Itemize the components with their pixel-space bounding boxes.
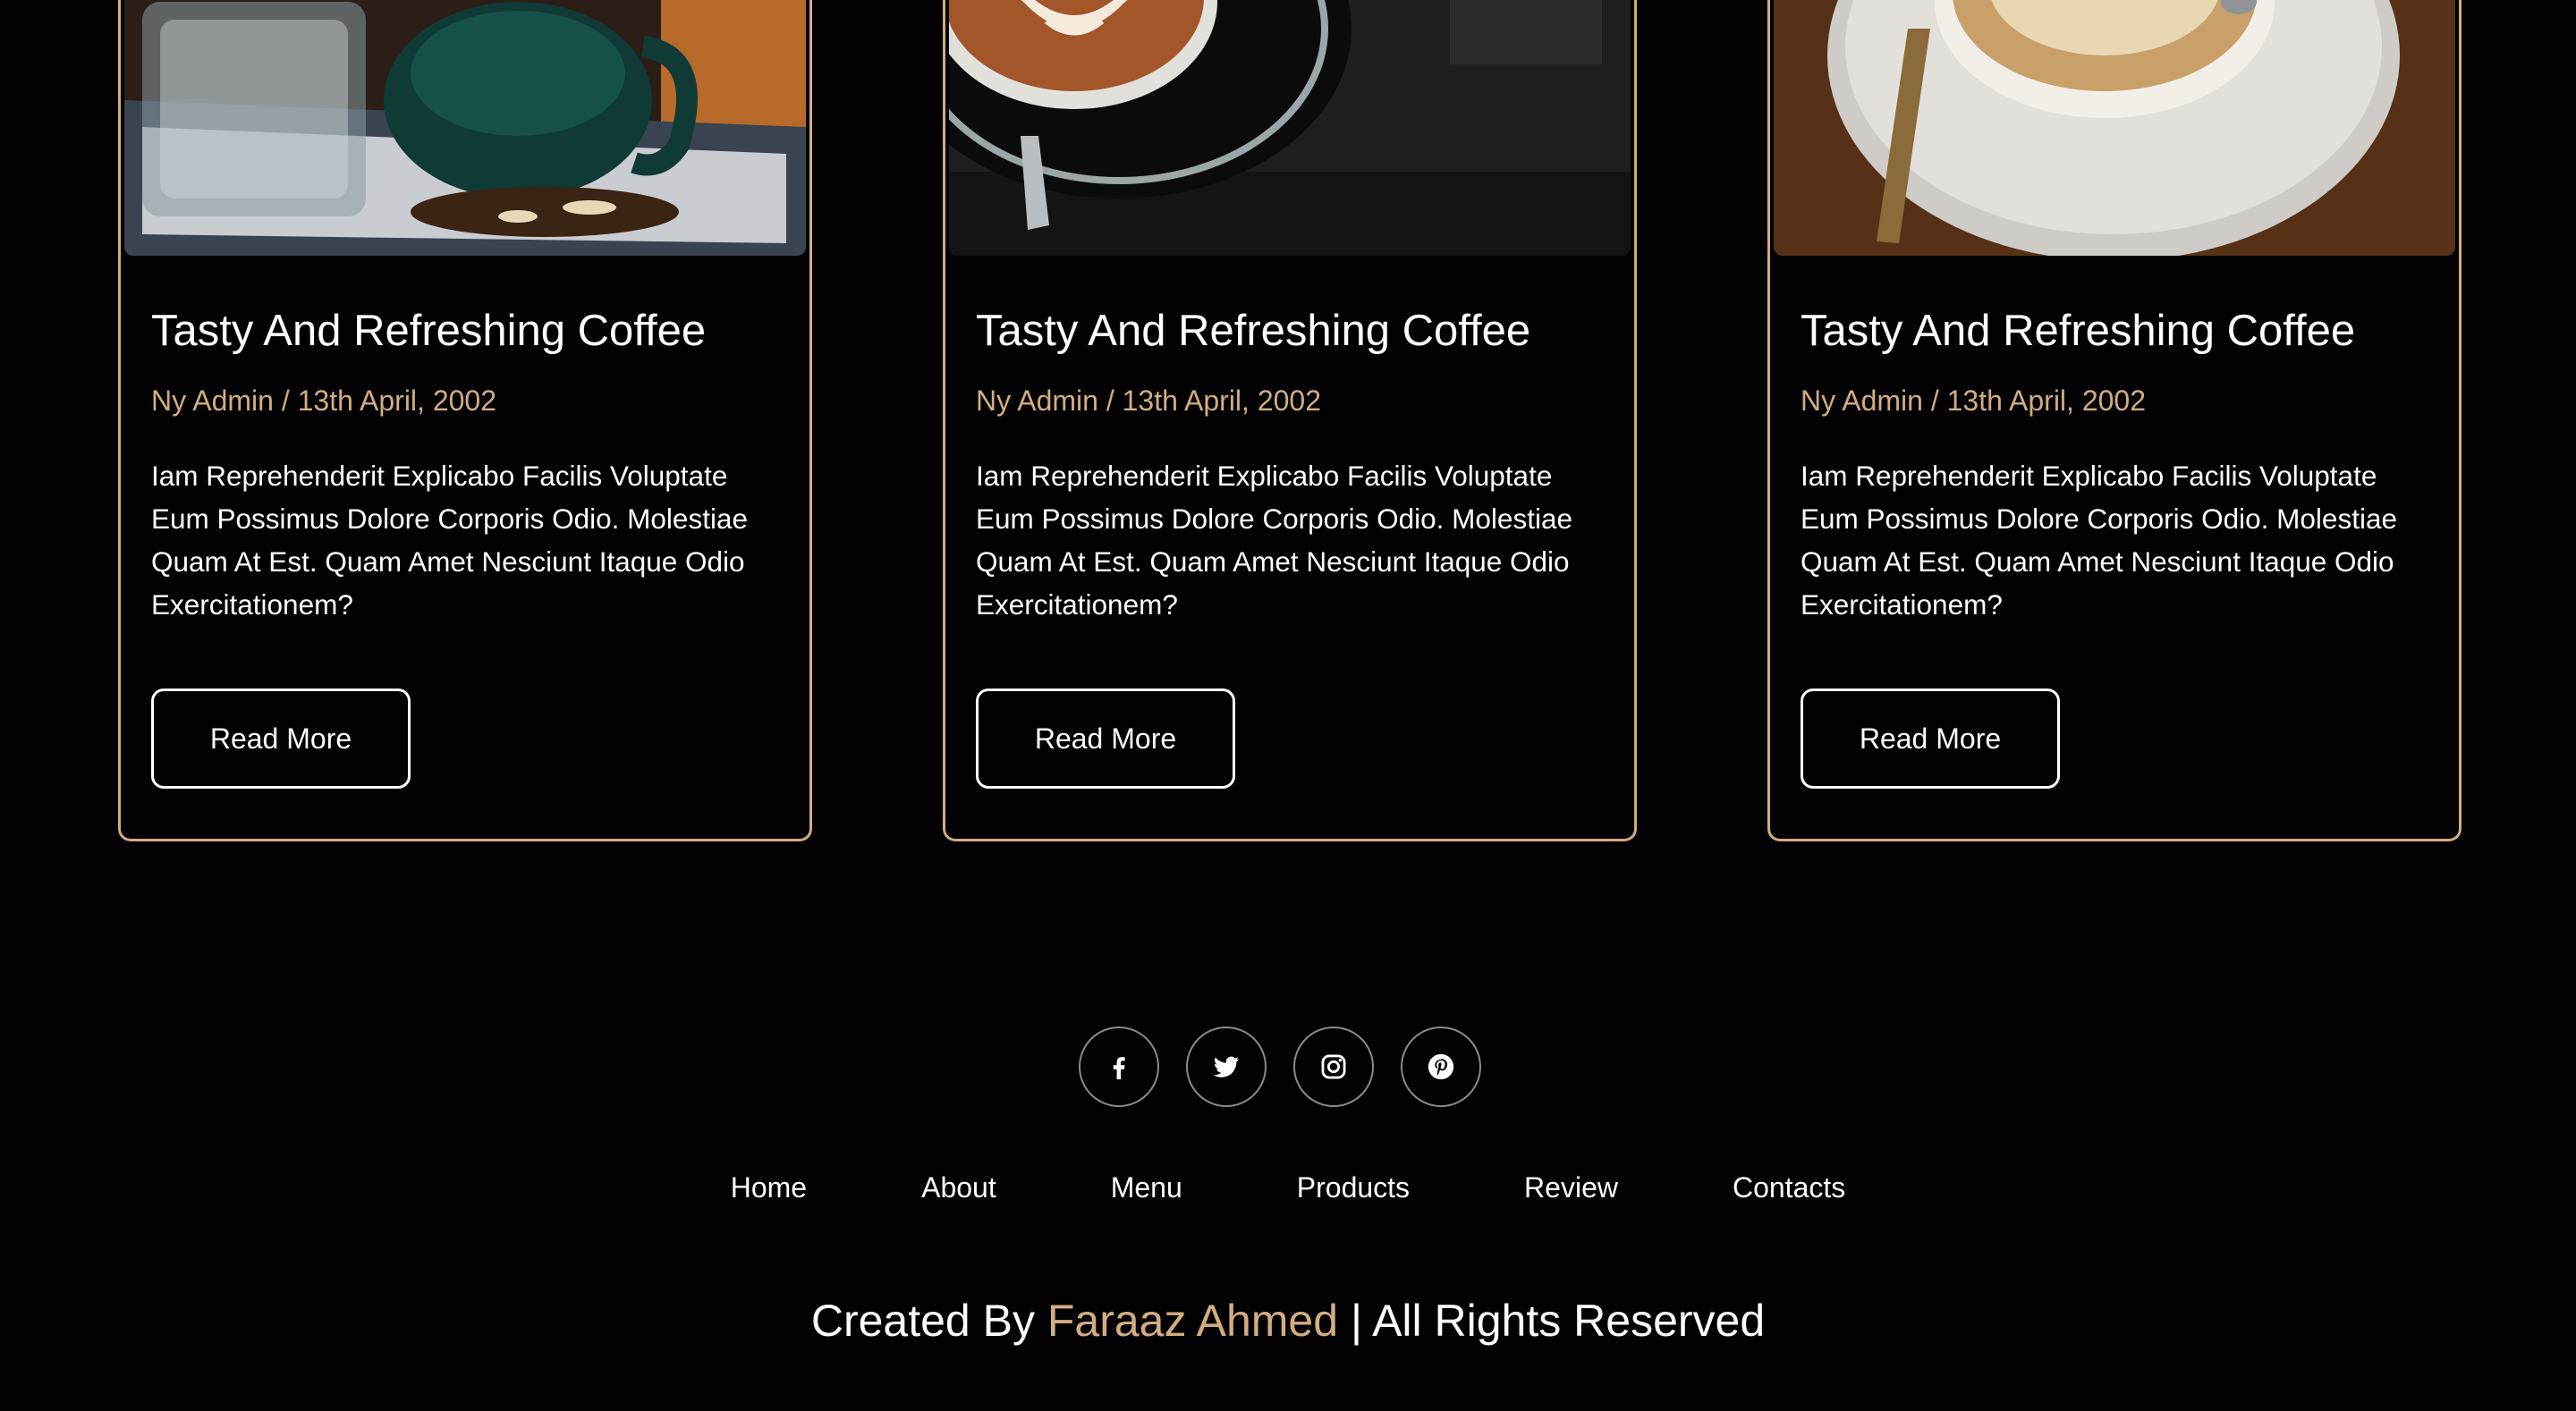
- facebook-icon: [1113, 1057, 1125, 1080]
- latte-art-image: [949, 0, 1631, 256]
- read-more-button[interactable]: Read More: [976, 689, 1235, 789]
- footer-link-review[interactable]: Review: [1467, 1171, 1675, 1204]
- card-title: Tasty And Refreshing Coffee: [1801, 307, 2356, 355]
- card-text: Iam Reprehenderit Explicabo Facilis Volu…: [151, 460, 748, 621]
- twitter-icon: [1213, 1056, 1240, 1077]
- card-meta: Ny Admin / 13th April, 2002: [976, 384, 1321, 417]
- credit-author: Faraaz Ahmed: [1046, 1296, 1339, 1346]
- blog-card: Tasty And Refreshing Coffee Ny Admin / 1…: [943, 0, 1637, 841]
- blog-card: Tasty And Refreshing Coffee Ny Admin / 1…: [1767, 0, 2462, 841]
- coffee-tray-image: [124, 0, 806, 256]
- footer-link-contacts[interactable]: Contacts: [1675, 1171, 1902, 1204]
- card-title: Tasty And Refreshing Coffee: [151, 307, 707, 355]
- footer-link-products[interactable]: Products: [1240, 1171, 1467, 1204]
- social-links: [1079, 1027, 1481, 1107]
- card-text: Iam Reprehenderit Explicabo Facilis Volu…: [1801, 460, 2397, 621]
- blog-cards: Tasty And Refreshing Coffee Ny Admin / 1…: [118, 0, 2462, 851]
- credit-suffix: | All Rights Reserved: [1350, 1296, 1766, 1346]
- facebook-button[interactable]: [1079, 1027, 1159, 1107]
- twitter-button[interactable]: [1186, 1027, 1267, 1107]
- pinterest-button[interactable]: [1401, 1027, 1481, 1107]
- read-more-button[interactable]: Read More: [151, 689, 411, 789]
- page: Tasty And Refreshing Coffee Ny Admin / 1…: [0, 0, 2576, 1411]
- pinterest-icon: [1428, 1053, 1454, 1080]
- instagram-icon: [1321, 1054, 1346, 1079]
- card-meta: Ny Admin / 13th April, 2002: [151, 384, 496, 417]
- card-text: Iam Reprehenderit Explicabo Facilis Volu…: [976, 460, 1572, 621]
- footer-link-about[interactable]: About: [864, 1171, 1054, 1204]
- instagram-button[interactable]: [1293, 1027, 1374, 1107]
- blog-card: Tasty And Refreshing Coffee Ny Admin / 1…: [118, 0, 812, 841]
- cappuccino-image: [1774, 0, 2455, 256]
- footer-nav: Home About Menu Products Review Contacts: [0, 1171, 2576, 1204]
- credit-prefix: Created By: [810, 1296, 1035, 1346]
- footer-link-menu[interactable]: Menu: [1054, 1171, 1240, 1204]
- footer-credit: Created By Faraaz Ahmed | All Rights Res…: [0, 1295, 2576, 1347]
- card-meta: Ny Admin / 13th April, 2002: [1801, 384, 2146, 417]
- footer-link-home[interactable]: Home: [674, 1171, 864, 1204]
- card-title: Tasty And Refreshing Coffee: [976, 307, 1531, 355]
- read-more-button[interactable]: Read More: [1801, 689, 2060, 789]
